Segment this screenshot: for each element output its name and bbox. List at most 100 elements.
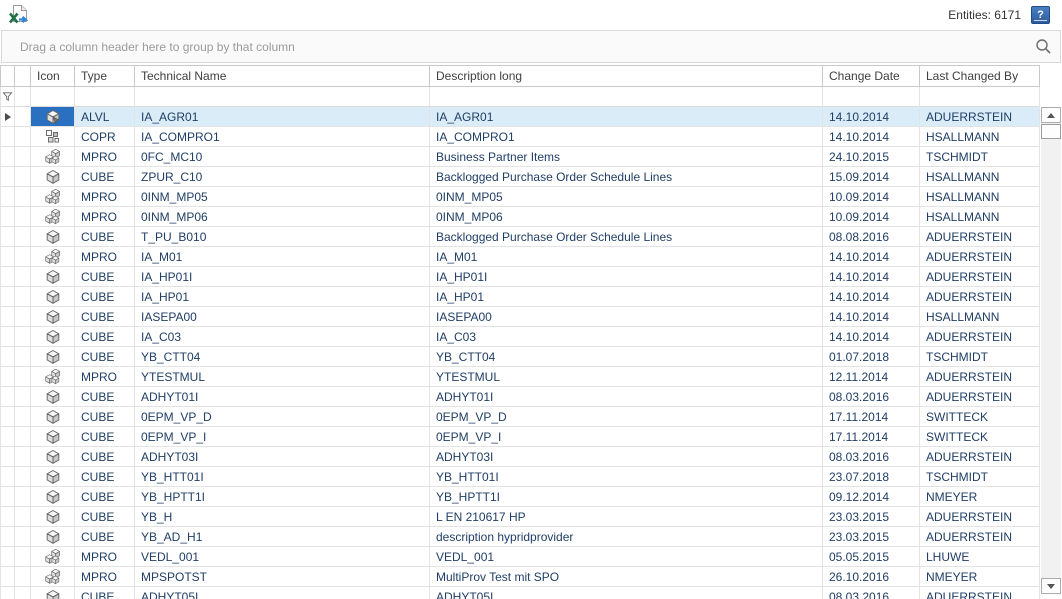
last-changed-by-cell[interactable]: ADUERRSTEIN — [920, 447, 1040, 467]
type-cell[interactable]: CUBE — [75, 587, 135, 599]
excel-export-button[interactable] — [6, 3, 30, 27]
column-header-type[interactable]: Type — [75, 65, 135, 87]
change-date-cell[interactable]: 24.10.2015 — [823, 147, 920, 167]
technical-name-cell[interactable]: YB_CTT04 — [135, 347, 430, 367]
description-cell[interactable]: MultiProv Test mit SPO — [430, 567, 823, 587]
type-icon-cell[interactable] — [31, 507, 75, 527]
last-changed-by-cell[interactable]: ADUERRSTEIN — [920, 527, 1040, 547]
type-cell[interactable]: CUBE — [75, 467, 135, 487]
change-date-cell[interactable]: 23.03.2015 — [823, 527, 920, 547]
change-date-cell[interactable]: 26.10.2016 — [823, 567, 920, 587]
change-date-cell[interactable]: 10.09.2014 — [823, 207, 920, 227]
description-cell[interactable]: YB_HTT01I — [430, 467, 823, 487]
last-changed-by-cell[interactable]: TSCHMIDT — [920, 467, 1040, 487]
last-changed-by-cell[interactable]: HSALLMANN — [920, 127, 1040, 147]
technical-name-cell[interactable]: YTESTMUL — [135, 367, 430, 387]
last-changed-by-cell[interactable]: ADUERRSTEIN — [920, 247, 1040, 267]
description-cell[interactable]: YTESTMUL — [430, 367, 823, 387]
type-cell[interactable]: CUBE — [75, 427, 135, 447]
technical-name-cell[interactable]: 0EPM_VP_D — [135, 407, 430, 427]
type-icon-cell[interactable] — [31, 367, 75, 387]
type-cell[interactable]: CUBE — [75, 307, 135, 327]
type-cell[interactable]: MPRO — [75, 567, 135, 587]
change-date-cell[interactable]: 14.10.2014 — [823, 127, 920, 147]
table-row[interactable]: CUBE IA_HP01I IA_HP01I 14.10.2014 ADUERR… — [0, 267, 1040, 287]
change-date-cell[interactable]: 17.11.2014 — [823, 407, 920, 427]
type-icon-cell[interactable] — [31, 527, 75, 547]
table-row[interactable]: MPRO 0INM_MP05 0INM_MP05 10.09.2014 HSAL… — [0, 187, 1040, 207]
description-cell[interactable]: IA_M01 — [430, 247, 823, 267]
technical-name-cell[interactable]: YB_H — [135, 507, 430, 527]
type-icon-cell[interactable] — [31, 347, 75, 367]
type-cell[interactable]: ALVL — [75, 107, 135, 127]
filter-input-icon[interactable] — [31, 87, 75, 107]
technical-name-cell[interactable]: ADHYT01I — [135, 387, 430, 407]
type-icon-cell[interactable] — [31, 207, 75, 227]
last-changed-by-cell[interactable]: TSCHMIDT — [920, 347, 1040, 367]
last-changed-by-cell[interactable]: HSALLMANN — [920, 187, 1040, 207]
change-date-cell[interactable]: 17.11.2014 — [823, 427, 920, 447]
technical-name-cell[interactable]: YB_HTT01I — [135, 467, 430, 487]
type-icon-cell[interactable] — [31, 127, 75, 147]
last-changed-by-cell[interactable]: HSALLMANN — [920, 167, 1040, 187]
table-row[interactable]: CUBE IA_C03 IA_C03 14.10.2014 ADUERRSTEI… — [0, 327, 1040, 347]
last-changed-by-cell[interactable]: TSCHMIDT — [920, 147, 1040, 167]
change-date-cell[interactable]: 08.08.2016 — [823, 227, 920, 247]
group-by-panel[interactable]: Drag a column header here to group by th… — [1, 30, 1061, 63]
last-changed-by-cell[interactable]: ADUERRSTEIN — [920, 267, 1040, 287]
table-row[interactable]: CUBE 0EPM_VP_D 0EPM_VP_D 17.11.2014 SWIT… — [0, 407, 1040, 427]
type-icon-cell[interactable] — [31, 167, 75, 187]
change-date-cell[interactable]: 14.10.2014 — [823, 267, 920, 287]
technical-name-cell[interactable]: IA_C03 — [135, 327, 430, 347]
technical-name-cell[interactable]: MPSPOTST — [135, 567, 430, 587]
type-icon-cell[interactable] — [31, 567, 75, 587]
description-cell[interactable]: 0INM_MP06 — [430, 207, 823, 227]
change-date-cell[interactable]: 05.05.2015 — [823, 547, 920, 567]
column-header-change-date[interactable]: Change Date — [823, 65, 920, 87]
description-cell[interactable]: IA_HP01 — [430, 287, 823, 307]
type-icon-cell[interactable] — [31, 267, 75, 287]
type-icon-cell[interactable] — [31, 187, 75, 207]
filter-input-description-long[interactable] — [430, 87, 823, 107]
vertical-scrollbar[interactable] — [1041, 107, 1061, 594]
type-icon-cell[interactable] — [31, 247, 75, 267]
description-cell[interactable]: Business Partner Items — [430, 147, 823, 167]
change-date-cell[interactable]: 23.07.2018 — [823, 467, 920, 487]
description-cell[interactable]: VEDL_001 — [430, 547, 823, 567]
type-cell[interactable]: CUBE — [75, 487, 135, 507]
type-icon-cell[interactable] — [31, 327, 75, 347]
table-row[interactable]: MPRO 0INM_MP06 0INM_MP06 10.09.2014 HSAL… — [0, 207, 1040, 227]
type-icon-cell[interactable] — [31, 147, 75, 167]
type-cell[interactable]: CUBE — [75, 347, 135, 367]
last-changed-by-cell[interactable]: ADUERRSTEIN — [920, 227, 1040, 247]
last-changed-by-cell[interactable]: ADUERRSTEIN — [920, 367, 1040, 387]
table-row[interactable]: ALVL IA_AGR01 IA_AGR01 14.10.2014 ADUERR… — [0, 107, 1040, 127]
type-cell[interactable]: MPRO — [75, 247, 135, 267]
technical-name-cell[interactable]: IA_HP01 — [135, 287, 430, 307]
type-cell[interactable]: MPRO — [75, 207, 135, 227]
description-cell[interactable]: Backlogged Purchase Order Schedule Lines — [430, 227, 823, 247]
type-cell[interactable]: CUBE — [75, 407, 135, 427]
change-date-cell[interactable]: 08.03.2016 — [823, 387, 920, 407]
description-cell[interactable]: description hypridprovider — [430, 527, 823, 547]
technical-name-cell[interactable]: 0INM_MP06 — [135, 207, 430, 227]
description-cell[interactable]: 0EPM_VP_D — [430, 407, 823, 427]
type-icon-cell[interactable] — [31, 547, 75, 567]
technical-name-cell[interactable]: IA_M01 — [135, 247, 430, 267]
description-cell[interactable]: IA_AGR01 — [430, 107, 823, 127]
type-icon-cell[interactable] — [31, 467, 75, 487]
type-icon-cell[interactable] — [31, 307, 75, 327]
last-changed-by-cell[interactable]: SWITTECK — [920, 427, 1040, 447]
technical-name-cell[interactable]: ADHYT05I — [135, 587, 430, 599]
table-row[interactable]: MPRO MPSPOTST MultiProv Test mit SPO 26.… — [0, 567, 1040, 587]
description-cell[interactable]: YB_HPTT1I — [430, 487, 823, 507]
table-row[interactable]: CUBE YB_CTT04 YB_CTT04 01.07.2018 TSCHMI… — [0, 347, 1040, 367]
filter-input-change-date[interactable] — [823, 87, 920, 107]
type-cell[interactable]: COPR — [75, 127, 135, 147]
type-icon-cell[interactable] — [31, 487, 75, 507]
type-icon-cell[interactable] — [31, 227, 75, 247]
type-icon-cell[interactable] — [31, 447, 75, 467]
scroll-up-button[interactable] — [1041, 107, 1061, 123]
type-cell[interactable]: CUBE — [75, 267, 135, 287]
description-cell[interactable]: ADHYT05I — [430, 587, 823, 599]
